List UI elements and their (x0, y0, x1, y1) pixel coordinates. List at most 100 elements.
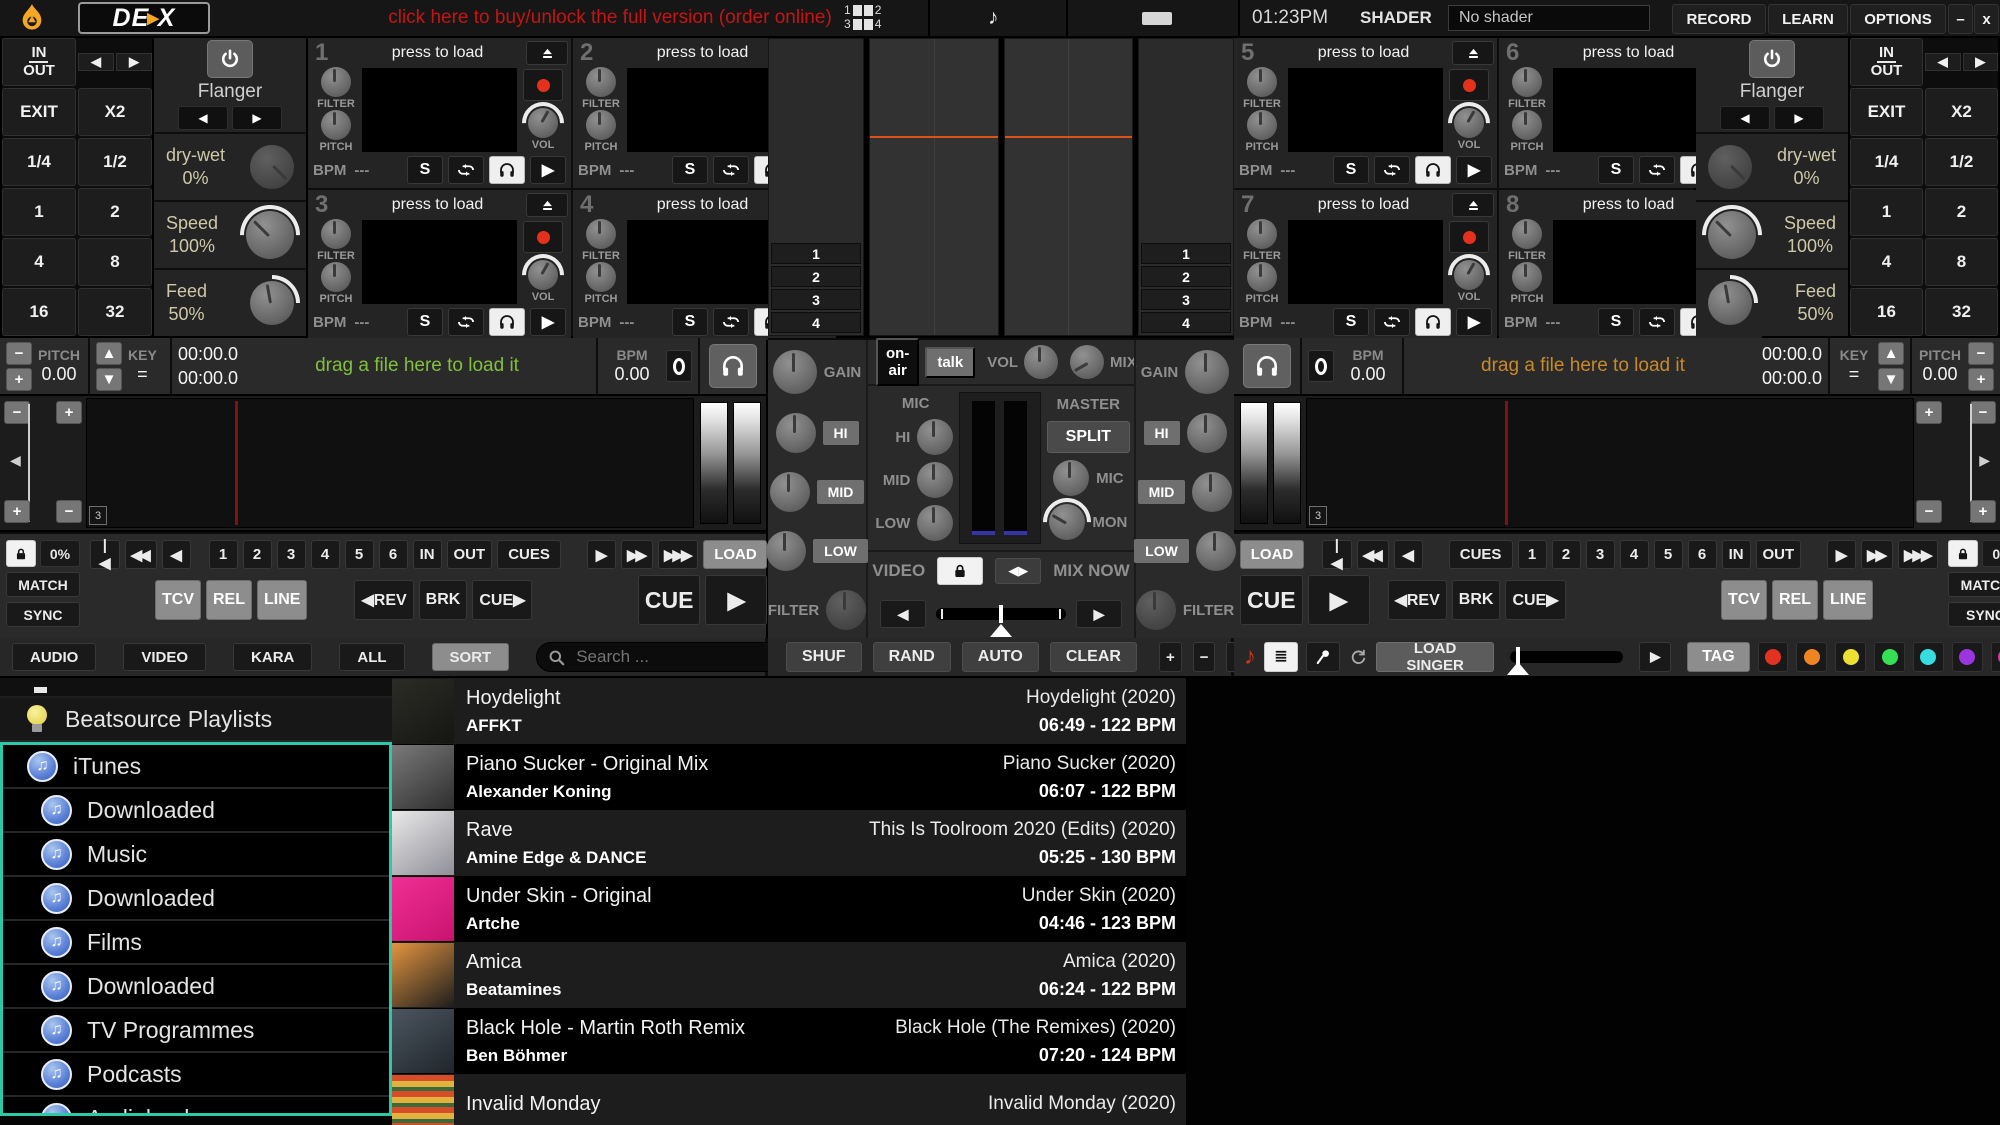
beat-waveform-left[interactable] (869, 38, 999, 336)
load-singer-button[interactable]: LOAD SINGER (1376, 642, 1494, 672)
sample-solo-button[interactable]: S (1598, 308, 1634, 336)
volume-minus-button[interactable]: − (4, 401, 30, 424)
cue-point-button[interactable]: 3 (1141, 289, 1231, 310)
loop-shift-right-button[interactable]: ▶ (116, 53, 152, 71)
loop-size-button[interactable]: 16 (1850, 288, 1923, 336)
eq-hi-knob[interactable] (1187, 413, 1227, 453)
tag-button[interactable]: TAG (1687, 642, 1750, 672)
sample-filter-knob[interactable] (1512, 67, 1542, 97)
eq-low-knob[interactable] (1196, 531, 1236, 571)
loop-size-button[interactable]: 1 (1850, 188, 1923, 236)
on-air-button[interactable]: on-air (876, 338, 919, 386)
effect-prev-button[interactable]: ◀ (1720, 106, 1770, 130)
hotcue-6-button[interactable]: 6 (1688, 540, 1717, 569)
zoom-in-button[interactable]: + (1916, 401, 1942, 424)
sample-record-button[interactable] (1449, 69, 1489, 101)
loop-size-button[interactable]: 8 (78, 238, 152, 286)
sample-monitor-button[interactable] (1415, 156, 1451, 184)
loop-size-button[interactable]: 8 (1925, 238, 1998, 286)
load-button[interactable]: LOAD (703, 540, 767, 569)
loop-size-button[interactable]: 16 (2, 288, 76, 336)
sample-solo-button[interactable]: S (1598, 156, 1634, 184)
hotcue-5-button[interactable]: 5 (1654, 540, 1683, 569)
tag-color-button[interactable] (1796, 642, 1827, 672)
list-view-button[interactable] (1264, 642, 1298, 672)
key-up-button[interactable]: ▲ (1878, 342, 1904, 365)
minimize-button[interactable]: – (1948, 4, 1973, 34)
sample-load-button[interactable]: press to load (1275, 44, 1452, 62)
cue-out-button[interactable]: OUT (1756, 540, 1801, 569)
record-button[interactable]: RECORD (1672, 4, 1766, 34)
skip-start-button[interactable]: |◀ (90, 540, 120, 569)
sample-eject-button[interactable] (526, 193, 568, 217)
sample-play-button[interactable]: ▶ (1456, 308, 1492, 336)
track-row[interactable]: Piano Sucker - Original MixAlexander Kon… (392, 744, 1186, 810)
effect-param-knob[interactable] (250, 145, 294, 189)
eq-low-knob[interactable] (766, 531, 806, 571)
cue-next-button[interactable]: CUE▶ (1505, 580, 1565, 620)
sample-play-button[interactable]: ▶ (530, 308, 566, 336)
key-down-button[interactable]: ▼ (96, 368, 122, 391)
mic-mid-knob[interactable] (917, 462, 953, 498)
reverse-button[interactable]: ◀REV (354, 580, 413, 620)
hotcue-2-button[interactable]: 2 (1552, 540, 1581, 569)
headphone-vol-knob[interactable] (1024, 345, 1058, 379)
seek-forward-button[interactable]: ▶▶ (621, 540, 653, 569)
tab-all[interactable]: ALL (339, 643, 404, 671)
playlist-rand-button[interactable]: RAND (873, 642, 951, 672)
skip-start-button[interactable]: |◀ (1322, 540, 1352, 569)
add-button[interactable]: + (1159, 642, 1182, 672)
talk-button[interactable]: talk (925, 347, 975, 378)
hotcue-2-button[interactable]: 2 (243, 540, 272, 569)
pitch-lock-button[interactable] (1948, 540, 1978, 567)
sample-load-button[interactable]: press to load (349, 196, 526, 214)
rel-button[interactable]: REL (206, 580, 252, 620)
master-mic-knob[interactable] (1053, 460, 1089, 496)
brake-button[interactable]: BRK (419, 580, 468, 620)
options-button[interactable]: OPTIONS (1850, 4, 1946, 34)
sidebar-item-beatsource-playlists[interactable]: Beatsource Playlists (0, 698, 392, 742)
scan-forward-button[interactable]: ▶▶▶ (658, 540, 698, 569)
loop-size-button[interactable]: 1/4 (2, 138, 76, 186)
sample-filter-knob[interactable] (586, 67, 616, 97)
video-screen-button[interactable] (1142, 12, 1172, 25)
sample-record-button[interactable] (523, 221, 563, 253)
match-button[interactable]: MATCH (6, 572, 80, 597)
buy-unlock-link[interactable]: click here to buy/unlock the full versio… (215, 0, 1005, 36)
drop-zone-right[interactable]: drag a file here to load it (1410, 355, 1756, 377)
seek-back-button[interactable]: ◀◀ (1357, 540, 1389, 569)
sample-pitch-knob[interactable] (586, 110, 616, 140)
sample-filter-knob[interactable] (586, 219, 616, 249)
key-slider[interactable] (1510, 651, 1623, 663)
learn-button[interactable]: LEARN (1768, 4, 1848, 34)
loop-in-out-button[interactable]: INOUT (1850, 38, 1923, 86)
sample-monitor-button[interactable] (1415, 308, 1451, 336)
hotcue-4-button[interactable]: 4 (1620, 540, 1649, 569)
tab-audio[interactable]: AUDIO (12, 643, 96, 671)
scan-forward-button[interactable]: ▶▶▶ (1898, 540, 1938, 569)
mic-low-knob[interactable] (917, 505, 953, 541)
waveform-display-left[interactable]: 3 (86, 398, 694, 528)
sample-loop-button[interactable] (713, 308, 749, 336)
cue-point-button[interactable]: 4 (1141, 312, 1231, 333)
tcv-button[interactable]: TCV (1721, 580, 1767, 620)
sample-load-button[interactable]: press to load (1540, 44, 1717, 62)
loop-x2-button[interactable]: X2 (1925, 88, 1998, 136)
cue-button[interactable]: CUE (638, 575, 701, 625)
cue-in-button[interactable]: IN (413, 540, 442, 569)
crossfade-right-button[interactable]: ▶ (1076, 600, 1122, 628)
tag-color-button[interactable] (1835, 642, 1866, 672)
headphones-button[interactable] (1243, 344, 1291, 388)
cue-point-button[interactable]: 1 (771, 243, 861, 264)
monitor-knob[interactable] (1049, 504, 1085, 540)
cue-point-button[interactable]: 2 (1141, 266, 1231, 287)
hotcue-4-button[interactable]: 4 (311, 540, 340, 569)
sample-loop-button[interactable] (713, 156, 749, 184)
loop-size-button[interactable]: 1/2 (1925, 138, 1998, 186)
music-note-icon[interactable]: ♪ (1244, 643, 1256, 671)
video-transition-button[interactable]: ◀▶ (995, 558, 1041, 584)
loop-shift-left-button[interactable]: ◀ (1925, 53, 1961, 71)
loop-in-out-button[interactable]: INOUT (2, 38, 76, 86)
tab-sort[interactable]: SORT (432, 643, 510, 671)
cues-button[interactable]: CUES (1449, 540, 1513, 569)
